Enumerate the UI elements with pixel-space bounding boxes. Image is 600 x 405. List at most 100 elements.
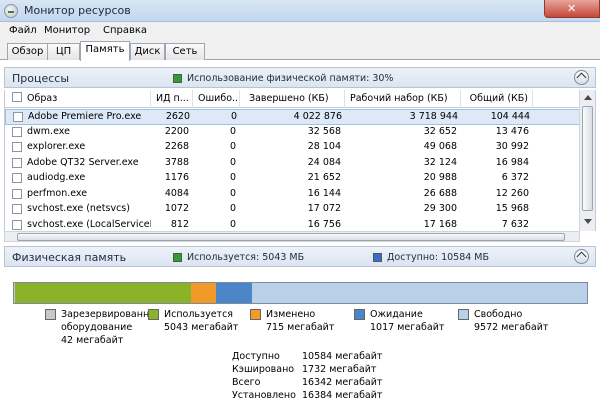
table-row[interactable]: audiodg.exe 1176 0 21 652 20 988 6 372 (5, 171, 581, 187)
table-row[interactable]: svchost.exe (netsvcs) 1072 0 17 072 29 300 15… (5, 202, 581, 218)
cell-faults: 0 (229, 141, 236, 152)
tab-network[interactable]: Сеть (165, 43, 205, 60)
tab-disk[interactable]: Диск (130, 43, 165, 60)
tab-cpu[interactable]: ЦП (47, 43, 80, 60)
cell-shared: 30 992 (495, 141, 529, 152)
cell-shared: 15 968 (495, 203, 529, 214)
legend-free-swatch (458, 309, 469, 320)
cell-shared: 7 632 (501, 218, 529, 230)
cell-image: Adobe Premiere Pro.exe (28, 111, 142, 122)
row-checkbox[interactable] (12, 173, 22, 183)
menu-file[interactable]: Файл (9, 25, 37, 36)
cell-pid: 4084 (164, 187, 189, 199)
cell-faults: 0 (229, 187, 236, 199)
bar-segment-standby (216, 283, 252, 303)
cell-image: explorer.exe (27, 141, 86, 152)
available-text: Доступно: 10584 МБ (387, 252, 490, 263)
cell-pid: 2200 (164, 125, 189, 137)
cell-pid: 812 (170, 218, 189, 230)
col-pid-header[interactable]: ИД п... (151, 90, 193, 108)
cell-image: svchost.exe (LocalServiceNet... (27, 218, 151, 230)
cell-shared: 16 984 (495, 156, 529, 168)
col-working-header[interactable]: Рабочий набор (КБ) (345, 90, 461, 108)
table-row[interactable]: dwm.exe 2200 0 32 568 32 652 13 476 (5, 125, 581, 141)
cell-shared: 6 372 (501, 172, 529, 183)
window-title: Монитор ресурсов (24, 4, 131, 17)
cell-pid: 1072 (164, 203, 189, 214)
legend-standby-swatch (354, 309, 365, 320)
cell-commit: 16 756 (307, 218, 341, 230)
cell-shared: 104 444 (490, 111, 530, 122)
cell-pid: 3788 (164, 156, 189, 168)
cell-image: dwm.exe (27, 125, 70, 137)
processes-section-header[interactable]: Процессы Использование физической памяти… (4, 67, 596, 88)
col-commit-header[interactable]: Завершено (КБ) (240, 90, 345, 108)
cell-shared: 13 476 (495, 125, 529, 137)
cell-faults: 0 (229, 203, 236, 214)
cell-working: 32 124 (423, 156, 457, 168)
vertical-scroll-thumb[interactable] (582, 106, 593, 211)
resource-monitor-icon (4, 4, 18, 18)
cell-image: audiodg.exe (27, 172, 86, 183)
physical-memory-title: Физическая память (12, 251, 127, 264)
table-row[interactable]: Adobe Premiere Pro.exe 2620 0 4 022 876 3 71… (5, 109, 581, 125)
close-icon: ✕ (567, 2, 577, 15)
title-bar: Монитор ресурсов ✕ (0, 0, 600, 22)
tab-strip: Обзор ЦП Память Диск Сеть (0, 40, 600, 61)
table-row[interactable]: svchost.exe (LocalServiceNet... 812 0 16 75… (5, 218, 581, 232)
select-all-checkbox[interactable] (12, 92, 22, 102)
scroll-down-icon[interactable] (584, 219, 592, 224)
processes-title: Процессы (12, 72, 70, 85)
available-legend-swatch (373, 253, 382, 262)
cell-commit: 24 084 (307, 156, 341, 168)
memory-usage-bar (13, 282, 588, 304)
table-row[interactable]: explorer.exe 2268 0 28 104 49 068 30 992 (5, 140, 581, 156)
cell-commit: 21 652 (307, 172, 341, 183)
cell-working: 29 300 (423, 203, 457, 214)
col-image-header[interactable]: Образ (5, 90, 151, 108)
table-row[interactable]: perfmon.exe 4084 0 16 144 26 688 12 260 (5, 187, 581, 203)
cell-faults: 0 (230, 111, 237, 122)
cell-faults: 0 (229, 218, 236, 230)
row-checkbox[interactable] (12, 204, 22, 214)
row-checkbox[interactable] (12, 126, 22, 137)
collapse-processes-button[interactable] (574, 70, 589, 85)
tab-memory[interactable]: Память (80, 41, 130, 61)
menu-help[interactable]: Справка (103, 25, 147, 36)
physical-usage-text: Использование физической памяти: 30% (187, 73, 394, 84)
row-checkbox[interactable] (12, 219, 22, 230)
used-text: Используется: 5043 МБ (187, 252, 305, 263)
cell-image: Adobe QT32 Server.exe (27, 156, 139, 168)
row-checkbox[interactable] (12, 142, 22, 152)
cell-working: 17 168 (423, 218, 457, 230)
horizontal-scroll-thumb[interactable] (17, 233, 565, 241)
row-checkbox[interactable] (12, 188, 22, 199)
cell-pid: 2620 (165, 111, 190, 122)
cell-faults: 0 (229, 156, 236, 168)
table-row[interactable]: Adobe QT32 Server.exe 3788 0 24 084 32 124 16… (5, 156, 581, 172)
tab-overview[interactable]: Обзор (7, 43, 48, 60)
cell-working: 20 988 (423, 172, 457, 183)
physical-memory-section-header[interactable]: Физическая память Используется: 5043 МБ … (4, 246, 596, 267)
menu-monitor[interactable]: Монитор (44, 25, 90, 36)
cell-commit: 4 022 876 (293, 111, 342, 122)
collapse-physical-memory-button[interactable] (574, 249, 589, 264)
cell-image: perfmon.exe (27, 187, 88, 199)
bar-segment-modified (191, 283, 216, 303)
scroll-up-icon[interactable] (584, 95, 592, 100)
row-checkbox[interactable] (13, 112, 23, 122)
row-checkbox[interactable] (12, 157, 22, 168)
vertical-scrollbar[interactable] (579, 90, 595, 231)
bar-segment-in-use (15, 283, 191, 303)
cell-faults: 0 (229, 172, 236, 183)
close-button[interactable]: ✕ (544, 0, 600, 18)
cell-commit: 28 104 (307, 141, 341, 152)
cell-working: 26 688 (423, 187, 457, 199)
col-shared-header[interactable]: Общий (КБ) (461, 90, 533, 108)
horizontal-scrollbar[interactable] (4, 231, 580, 242)
physical-usage-legend-swatch (173, 74, 182, 83)
bar-segment-free (252, 283, 587, 303)
cell-commit: 16 144 (307, 187, 341, 199)
cell-pid: 1176 (164, 172, 189, 183)
col-faults-header[interactable]: Ошибо... (193, 90, 240, 108)
